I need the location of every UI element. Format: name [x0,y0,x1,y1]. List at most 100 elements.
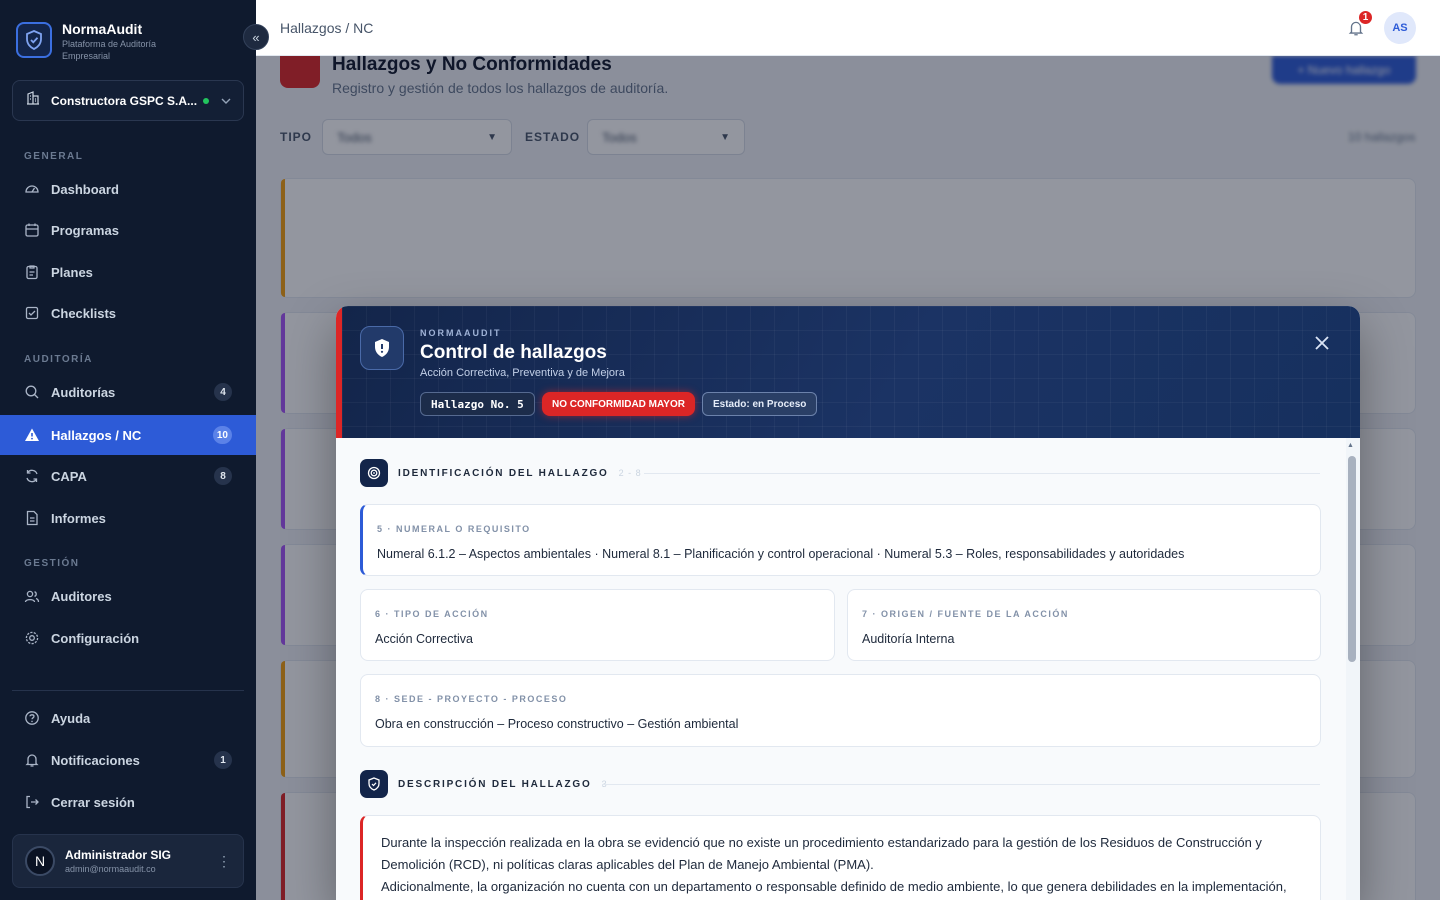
refresh-icon [24,468,40,484]
brand: NormaAudit Plataforma de Auditoría Empre… [16,22,182,62]
user-card[interactable]: N Administrador SIG admin@normaaudit.co … [12,834,244,888]
sidebar: NormaAudit Plataforma de Auditoría Empre… [0,0,269,900]
user-email: admin@normaaudit.co [65,864,156,874]
finding-type-badge: NO CONFORMIDAD MAYOR [542,392,695,416]
nav-label: Dashboard [51,181,119,197]
nav-ayuda[interactable]: Ayuda [0,698,256,738]
section-range: 2 - 8 [618,468,642,478]
nav-hallazgos[interactable]: Hallazgos / NC 10 [0,415,256,455]
modal-header: NORMAAUDIT Control de hallazgos Acción C… [336,306,1360,438]
field-value: Acción Correctiva [375,632,473,646]
calendar-icon [24,222,40,238]
checkbox-icon [24,305,40,321]
notification-badge: 1 [1357,9,1374,26]
count-badge: 4 [214,383,232,401]
section-descripcion-header: DESCRIPCIÓN DEL HALLAZGO 3 [360,770,608,798]
user-avatar[interactable]: AS [1384,12,1416,44]
nav-auditorias[interactable]: Auditorías 4 [0,372,256,412]
sede-field[interactable]: 8 · SEDE - PROYECTO - PROCESO Obra en co… [360,674,1321,747]
status-badge: Estado: en Proceso [702,392,818,416]
nav-checklists[interactable]: Checklists [0,293,256,333]
target-icon [360,459,388,487]
field-label: 6 · TIPO DE ACCIÓN [375,609,489,619]
nav-auditores[interactable]: Auditores [0,576,256,616]
nav-label: Programas [51,222,119,238]
findings-modal: NORMAAUDIT Control de hallazgos Acción C… [336,306,1360,900]
description-paragraph: Durante la inspección realizada en la ob… [381,835,1262,872]
nav-label: Cerrar sesión [51,794,135,810]
divider [12,690,244,691]
field-label: 8 · SEDE - PROYECTO - PROCESO [375,694,568,704]
brand-name: NormaAudit [62,21,143,37]
nav-cerrar-sesion[interactable]: Cerrar sesión [0,782,256,822]
nav-label: Notificaciones [51,752,140,768]
modal-title: Control de hallazgos [420,342,607,363]
organization-name: Constructora GSPC S.A... [51,93,198,108]
document-icon [24,510,40,526]
user-name: Administrador SIG [65,848,172,862]
divider [602,784,1320,785]
nav-planes[interactable]: Planes [0,252,256,292]
brand-subtitle: Plataforma de Auditoría Empresarial [62,39,157,61]
field-value: Auditoría Interna [862,632,955,646]
nav-label: Planes [51,264,93,280]
shield-icon [360,770,388,798]
section-title: DESCRIPCIÓN DEL HALLAZGO [398,778,592,790]
logout-icon [24,794,40,810]
nav-capa[interactable]: CAPA 8 [0,456,256,496]
building-icon [25,90,41,111]
collapse-sidebar-icon[interactable]: « [243,24,269,50]
description-paragraph: Adicionalmente, la organización no cuent… [381,879,1287,894]
nav-dashboard[interactable]: Dashboard [0,169,256,209]
search-icon [24,384,40,400]
nav-notificaciones[interactable]: Notificaciones 1 [0,740,256,780]
organization-selector[interactable]: Constructora GSPC S.A... [12,80,244,121]
shield-logo-icon [16,22,52,58]
breadcrumb: Hallazgos / NC [280,20,374,36]
divider [644,473,1320,474]
count-badge: 1 [214,751,232,769]
tipo-accion-field[interactable]: 6 · TIPO DE ACCIÓN Acción Correctiva [360,589,835,661]
clipboard-icon [24,264,40,280]
close-icon[interactable] [1310,331,1334,355]
chevron-down-icon [221,95,231,107]
section-title: IDENTIFICACIÓN DEL HALLAZGO [398,467,609,479]
field-label: 5 · NUMERAL O REQUISITO [377,524,531,534]
nav-label: Ayuda [51,710,91,726]
count-badge: 10 [212,426,232,444]
modal-subtitle: Acción Correctiva, Preventiva y de Mejor… [420,367,625,379]
origen-field[interactable]: 7 · ORIGEN / FUENTE DE LA ACCIÓN Auditor… [847,589,1321,661]
nav-label: Auditores [51,588,112,604]
description-field[interactable]: Durante la inspección realizada en la ob… [360,815,1321,900]
nav-programas[interactable]: Programas [0,210,256,250]
scroll-up-icon[interactable]: ▲ [1347,442,1354,449]
nav-label: Informes [51,510,106,526]
modal-body[interactable]: IDENTIFICACIÓN DEL HALLAZGO 2 - 8 5 · NU… [336,438,1360,900]
avatar: N [25,846,55,876]
field-label: 7 · ORIGEN / FUENTE DE LA ACCIÓN [862,609,1069,619]
topbar: Hallazgos / NC 1 AS [256,0,1440,56]
nav-configuracion[interactable]: Configuración [0,618,256,658]
nav-label: Checklists [51,305,117,321]
nav-label: Auditorías [51,384,116,400]
section-label-gestion: GESTIÓN [24,558,80,569]
more-vertical-icon[interactable]: ⋮ [217,853,231,870]
gauge-icon [24,181,40,197]
section-identificacion-header: IDENTIFICACIÓN DEL HALLAZGO 2 - 8 [360,459,642,487]
bell-icon [24,752,40,768]
users-icon [24,588,40,604]
help-icon [24,710,40,726]
modal-kicker: NORMAAUDIT [420,328,502,338]
status-dot [203,97,210,104]
gear-icon [24,630,40,646]
nav-label: Configuración [51,630,140,646]
scrollbar-thumb[interactable] [1348,456,1356,662]
field-value: Numeral 6.1.2 – Aspectos ambientales · N… [377,547,1185,561]
section-label-general: GENERAL [24,151,84,162]
section-label-auditoria: AUDITORÍA [24,354,93,365]
finding-number-chip: Hallazgo No. 5 [420,392,535,416]
nav-informes[interactable]: Informes [0,498,256,538]
shield-alert-icon [360,326,404,370]
warning-icon [24,427,40,443]
numeral-field[interactable]: 5 · NUMERAL O REQUISITO Numeral 6.1.2 – … [360,504,1321,576]
